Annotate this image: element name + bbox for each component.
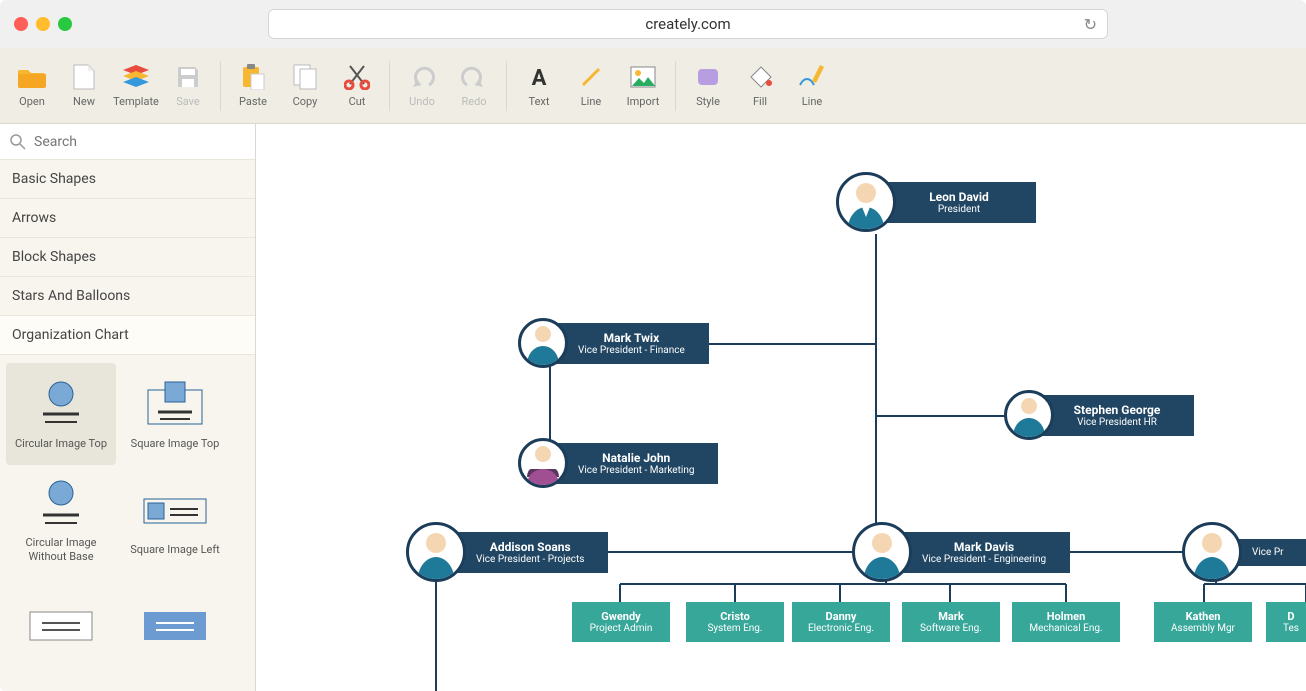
copy-icon	[291, 63, 319, 91]
org-node-vp-finance[interactable]: Mark TwixVice President - Finance	[518, 318, 709, 368]
paste-icon	[239, 63, 267, 91]
app-window: creately.com ↻ Open New Template Save Pa…	[0, 0, 1306, 691]
text-tool-button[interactable]: AText	[513, 54, 565, 118]
style-icon	[694, 63, 722, 91]
svg-text:A: A	[532, 66, 547, 89]
cut-icon	[343, 63, 371, 91]
address-bar-container: creately.com ↻	[84, 9, 1292, 39]
search-icon	[10, 134, 26, 150]
org-node-president[interactable]: Leon DavidPresident	[836, 172, 1036, 232]
org-node-vp-hr[interactable]: Stephen GeorgeVice President HR	[1004, 390, 1194, 440]
main-area: Basic Shapes Arrows Block Shapes Stars A…	[0, 124, 1306, 691]
org-leaf-kathen[interactable]: KathenAssembly Mgr	[1154, 602, 1252, 642]
copy-button[interactable]: Copy	[279, 54, 331, 118]
category-org-chart[interactable]: Organization Chart	[0, 316, 255, 355]
avatar-icon	[1182, 522, 1242, 582]
org-node-vp-projects[interactable]: Addison SoansVice President - Projects	[406, 522, 608, 582]
save-button[interactable]: Save	[162, 54, 214, 118]
shape-square-image-top[interactable]: Square Image Top	[120, 363, 230, 465]
shape-preview-5[interactable]	[6, 575, 116, 677]
redo-button[interactable]: Redo	[448, 54, 500, 118]
shape-circular-image-top[interactable]: Circular Image Top	[6, 363, 116, 465]
close-window-button[interactable]	[14, 17, 28, 31]
folder-icon	[18, 63, 46, 91]
toolbar-separator	[675, 61, 676, 111]
avatar-icon	[518, 438, 568, 488]
org-node-vp-engineering[interactable]: Mark DavisVice President - Engineering	[852, 522, 1070, 582]
url-text: creately.com	[645, 15, 730, 33]
avatar-icon	[852, 522, 912, 582]
toolbar-separator	[220, 61, 221, 111]
category-basic-shapes[interactable]: Basic Shapes	[0, 160, 255, 199]
category-block-shapes[interactable]: Block Shapes	[0, 238, 255, 277]
category-stars-balloons[interactable]: Stars And Balloons	[0, 277, 255, 316]
shape-preview-6[interactable]	[120, 575, 230, 677]
org-leaf-mark[interactable]: MarkSoftware Eng.	[902, 602, 1000, 642]
avatar-icon	[836, 172, 896, 232]
canvas[interactable]: Leon DavidPresident Mark TwixVice Presid…	[256, 124, 1306, 691]
template-icon	[122, 63, 150, 91]
minimize-window-button[interactable]	[36, 17, 50, 31]
address-bar[interactable]: creately.com ↻	[268, 9, 1108, 39]
fill-button[interactable]: Fill	[734, 54, 786, 118]
avatar-icon	[1004, 390, 1054, 440]
pencil-icon	[798, 63, 826, 91]
line-style-button[interactable]: Line	[786, 54, 838, 118]
window-controls	[14, 17, 72, 31]
search-row	[0, 124, 255, 160]
category-arrows[interactable]: Arrows	[0, 199, 255, 238]
org-node-vp-partial[interactable]: Vice Pr	[1182, 522, 1306, 582]
redo-icon	[460, 63, 488, 91]
line-icon	[577, 63, 605, 91]
toolbar-separator	[389, 61, 390, 111]
line-tool-button[interactable]: Line	[565, 54, 617, 118]
undo-button[interactable]: Undo	[396, 54, 448, 118]
org-leaf-holmen[interactable]: HolmenMechanical Eng.	[1012, 602, 1120, 642]
paste-button[interactable]: Paste	[227, 54, 279, 118]
search-input[interactable]	[34, 134, 245, 150]
fill-icon	[746, 63, 774, 91]
image-icon	[629, 63, 657, 91]
toolbar: Open New Template Save Paste Copy Cut Un…	[0, 48, 1306, 124]
cut-button[interactable]: Cut	[331, 54, 383, 118]
avatar-icon	[406, 522, 466, 582]
reload-icon[interactable]: ↻	[1084, 15, 1097, 34]
template-button[interactable]: Template	[110, 54, 162, 118]
undo-icon	[408, 63, 436, 91]
open-button[interactable]: Open	[6, 54, 58, 118]
shape-gallery: Circular Image Top Square Image Top Circ…	[0, 355, 255, 685]
text-icon: A	[525, 63, 553, 91]
titlebar: creately.com ↻	[0, 0, 1306, 48]
new-button[interactable]: New	[58, 54, 110, 118]
style-button[interactable]: Style	[682, 54, 734, 118]
shapes-sidebar: Basic Shapes Arrows Block Shapes Stars A…	[0, 124, 256, 691]
org-leaf-partial[interactable]: DTes	[1266, 602, 1306, 642]
org-leaf-cristo[interactable]: CristoSystem Eng.	[686, 602, 784, 642]
import-button[interactable]: Import	[617, 54, 669, 118]
org-leaf-gwendy[interactable]: GwendyProject Admin	[572, 602, 670, 642]
maximize-window-button[interactable]	[58, 17, 72, 31]
save-icon	[174, 63, 202, 91]
org-leaf-danny[interactable]: DannyElectronic Eng.	[792, 602, 890, 642]
new-file-icon	[70, 63, 98, 91]
shape-circular-no-base[interactable]: Circular Image Without Base	[6, 469, 116, 571]
shape-square-image-left[interactable]: Square Image Left	[120, 469, 230, 571]
toolbar-separator	[506, 61, 507, 111]
org-node-vp-marketing[interactable]: Natalie JohnVice President - Marketing	[518, 438, 718, 488]
avatar-icon	[518, 318, 568, 368]
